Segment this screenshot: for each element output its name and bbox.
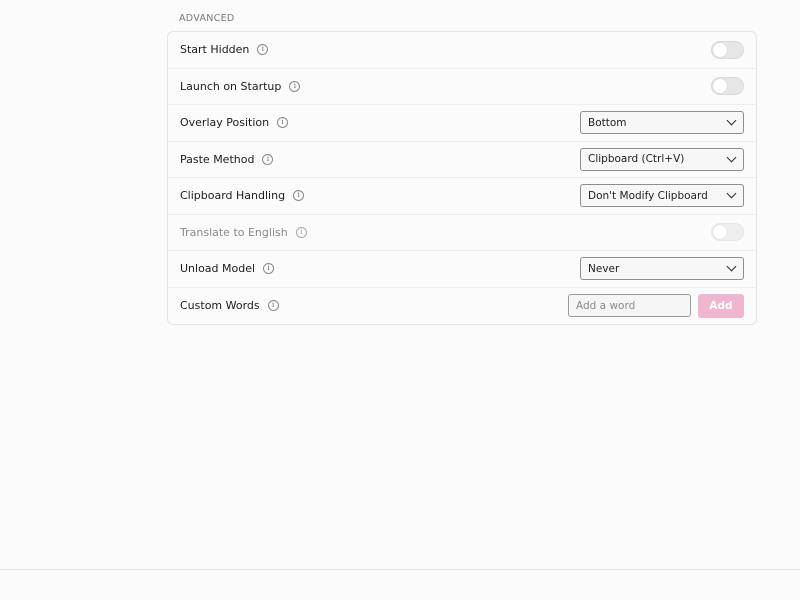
setting-label: Clipboard Handling: [180, 189, 286, 203]
select-value: Bottom: [588, 116, 627, 129]
toggle-knob: [713, 225, 727, 240]
setting-row-unload-model: Unload Model i Never: [168, 251, 756, 288]
toggle-knob: [713, 42, 727, 57]
setting-label: Overlay Position: [180, 116, 270, 130]
add-word-button[interactable]: Add: [698, 293, 744, 318]
setting-label: Translate to English: [180, 225, 288, 239]
info-icon[interactable]: i: [277, 117, 289, 129]
select-value: Clipboard (Ctrl+V): [588, 153, 685, 166]
settings-page: ADVANCED Start Hidden i Launch on Startu…: [0, 0, 800, 600]
setting-label: Paste Method: [180, 152, 255, 166]
advanced-settings-card: Start Hidden i Launch on Startup i Overl…: [167, 31, 757, 325]
start-hidden-toggle[interactable]: [711, 40, 744, 59]
chevron-down-icon: [726, 152, 737, 163]
setting-row-overlay-position: Overlay Position i Bottom: [168, 105, 756, 142]
chevron-down-icon: [726, 188, 737, 199]
launch-on-startup-toggle[interactable]: [711, 77, 744, 96]
info-icon[interactable]: i: [267, 300, 279, 312]
setting-row-translate-to-english: Translate to English i: [168, 215, 756, 251]
select-value: Never: [588, 262, 620, 275]
toggle-knob: [713, 79, 727, 94]
info-icon[interactable]: i: [293, 190, 305, 202]
custom-word-input[interactable]: [568, 294, 691, 318]
clipboard-handling-select[interactable]: Don't Modify Clipboard: [580, 184, 744, 208]
setting-label: Custom Words: [180, 299, 260, 313]
unload-model-select[interactable]: Never: [580, 257, 744, 281]
section-title: ADVANCED: [179, 13, 235, 24]
setting-row-paste-method: Paste Method i Clipboard (Ctrl+V): [168, 142, 756, 178]
chevron-down-icon: [726, 261, 737, 272]
setting-label: Start Hidden: [180, 43, 250, 57]
footer-divider: [0, 569, 800, 570]
info-icon[interactable]: i: [263, 263, 275, 275]
info-icon[interactable]: i: [295, 226, 307, 238]
setting-row-clipboard-handling: Clipboard Handling i Don't Modify Clipbo…: [168, 178, 756, 215]
paste-method-select[interactable]: Clipboard (Ctrl+V): [580, 147, 744, 171]
select-value: Don't Modify Clipboard: [588, 189, 708, 202]
info-icon[interactable]: i: [289, 80, 301, 92]
translate-to-english-toggle: [711, 223, 744, 242]
chevron-down-icon: [726, 115, 737, 126]
info-icon[interactable]: i: [262, 153, 274, 165]
setting-label: Unload Model: [180, 262, 256, 276]
info-icon[interactable]: i: [257, 44, 269, 56]
setting-label: Launch on Startup: [180, 79, 282, 93]
setting-row-launch-on-startup: Launch on Startup i: [168, 69, 756, 105]
setting-row-start-hidden: Start Hidden i: [168, 32, 756, 69]
overlay-position-select[interactable]: Bottom: [580, 111, 744, 135]
setting-row-custom-words: Custom Words i Add: [168, 288, 756, 325]
